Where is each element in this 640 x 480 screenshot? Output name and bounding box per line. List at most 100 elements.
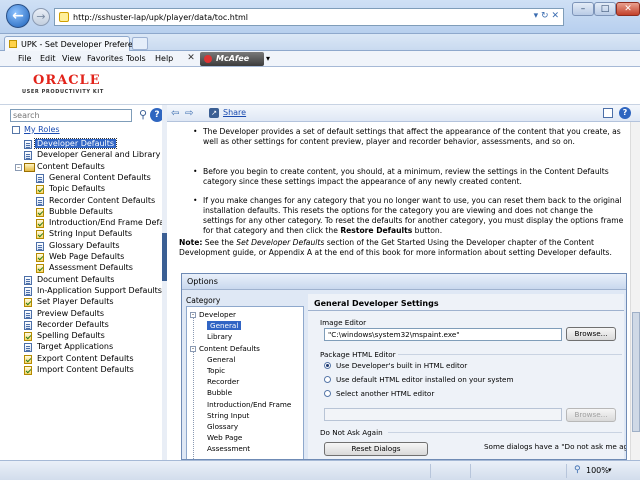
checklist-icon bbox=[36, 264, 44, 274]
section-title: General Developer Settings bbox=[314, 299, 439, 308]
package-editor-label: Package HTML Editor bbox=[320, 350, 396, 359]
tab-upk[interactable]: UPK - Set Developer Prefere... bbox=[4, 36, 140, 51]
toc-item-label: Glossary Defaults bbox=[49, 240, 120, 250]
tree-line bbox=[193, 315, 194, 343]
toc-item-label: Recorder Content Defaults bbox=[49, 195, 156, 205]
do-not-ask-label: Do Not Ask Again bbox=[320, 428, 383, 437]
category-item: Introduction/End Frame bbox=[207, 399, 292, 409]
tab-label: UPK - Set Developer Prefere... bbox=[21, 40, 141, 49]
toc-item-label: Document Defaults bbox=[37, 274, 115, 284]
back-button[interactable]: ← bbox=[6, 4, 30, 28]
document-icon bbox=[36, 173, 44, 183]
content-help-icon[interactable]: ? bbox=[619, 107, 631, 119]
toc-item-label: In-Application Support Defaults bbox=[37, 285, 162, 295]
toc-item-label: Bubble Defaults bbox=[49, 206, 113, 216]
my-roles-checkbox[interactable] bbox=[12, 126, 20, 134]
toc-item-label: String Input Defaults bbox=[49, 229, 133, 239]
maximize-button[interactable]: □ bbox=[594, 2, 616, 16]
toc-item-label: Import Content Defaults bbox=[37, 365, 134, 374]
document-icon bbox=[24, 286, 32, 296]
tab-strip: UPK - Set Developer Prefere... bbox=[0, 34, 640, 51]
print-icon[interactable] bbox=[603, 108, 613, 118]
checklist-icon bbox=[24, 332, 32, 342]
content-back-icon[interactable]: ⇦ bbox=[171, 108, 179, 119]
category-tree: Developer – General Library Content Defaults… bbox=[186, 306, 304, 459]
note-paragraph: Note: See the Set Developer Defaults sec… bbox=[179, 238, 625, 258]
toc-item-label: General Content Defaults bbox=[49, 172, 151, 182]
refresh-icon[interactable]: ▾ ↻ ✕ bbox=[534, 11, 559, 21]
book-icon bbox=[24, 162, 35, 172]
options-dialog-screenshot: Options Category Developer – General Librar… bbox=[181, 273, 627, 460]
content-scrollbar[interactable] bbox=[630, 122, 640, 460]
content-toolbar: ⇦ ⇨ ↗ Share ? bbox=[167, 105, 640, 122]
zoom-icon[interactable]: ⚲ bbox=[574, 465, 581, 475]
collapse-toggle-icon: – bbox=[190, 345, 196, 352]
minimize-button[interactable]: – bbox=[572, 2, 594, 16]
toc-item-label: Spelling Defaults bbox=[37, 331, 105, 341]
forward-button[interactable]: → bbox=[32, 8, 50, 26]
divider bbox=[398, 354, 622, 355]
content-forward-icon[interactable]: ⇨ bbox=[185, 108, 193, 119]
document-icon bbox=[24, 343, 32, 353]
category-header: Category bbox=[186, 296, 221, 305]
tab-page-icon bbox=[9, 40, 17, 48]
my-roles-link[interactable]: My Roles bbox=[24, 125, 60, 134]
share-link[interactable]: Share bbox=[223, 108, 246, 117]
share-icon[interactable]: ↗ bbox=[209, 108, 219, 118]
upk-header: ORACLE USER PRODUCTIVITY KIT bbox=[0, 67, 640, 105]
bullet-item: If you make changes for any category tha… bbox=[179, 196, 625, 236]
new-tab-button[interactable] bbox=[132, 37, 148, 50]
collapse-toggle-icon: – bbox=[190, 312, 196, 318]
menu-edit[interactable]: Edit bbox=[40, 54, 56, 63]
category-item: Library bbox=[207, 332, 233, 342]
note-italic: Set Developer Defaults bbox=[236, 238, 325, 247]
toc-item-label: Web Page Defaults bbox=[49, 252, 125, 261]
radio-dot bbox=[324, 376, 331, 383]
checklist-icon bbox=[36, 230, 44, 240]
content-scroll-thumb[interactable] bbox=[632, 312, 640, 432]
chevron-down-icon[interactable]: ▾ bbox=[608, 466, 612, 474]
menu-bar: File Edit View Favorites Tools Help ✕ Mc… bbox=[0, 51, 640, 67]
checklist-icon bbox=[24, 354, 32, 364]
checklist-icon bbox=[24, 298, 32, 308]
note-label: Note: bbox=[179, 238, 203, 247]
browser-titlebar: ← → http://sshuster-lap/upk/player/data/… bbox=[0, 0, 640, 34]
toc-item-label: Topic Defaults bbox=[49, 184, 106, 194]
bullet-text-end: button. bbox=[412, 226, 443, 235]
image-editor-field: "C:\windows\system32\mspaint.exe" bbox=[324, 328, 562, 341]
divider bbox=[388, 432, 622, 433]
toc-item-label: Export Content Defaults bbox=[37, 353, 134, 363]
category-item: Topic bbox=[207, 366, 226, 375]
menu-view[interactable]: View bbox=[62, 54, 81, 63]
radio-label: Use default HTML editor installed on you… bbox=[336, 375, 514, 384]
search-input[interactable] bbox=[10, 109, 132, 122]
category-item: Bubble bbox=[207, 388, 233, 398]
category-item: Content Defaults bbox=[199, 343, 260, 353]
document-icon bbox=[24, 320, 32, 330]
document-icon bbox=[36, 196, 44, 206]
menu-tools[interactable]: Tools bbox=[126, 54, 146, 63]
browse-button-disabled: Browse... bbox=[566, 408, 616, 422]
category-item: Assessment bbox=[207, 444, 251, 454]
menu-file[interactable]: File bbox=[18, 54, 31, 63]
chevron-down-icon[interactable]: ▾ bbox=[266, 54, 270, 63]
toc-item-label: Recorder Defaults bbox=[37, 319, 109, 329]
close-icon[interactable]: ✕ bbox=[184, 53, 198, 65]
radio-label: Select another HTML editor bbox=[336, 389, 435, 398]
category-item: General bbox=[207, 354, 236, 364]
other-editor-field bbox=[324, 408, 562, 421]
collapse-toggle-icon[interactable]: – bbox=[15, 163, 22, 171]
address-bar[interactable]: http://sshuster-lap/upk/player/data/toc.… bbox=[54, 8, 564, 26]
category-item: Web Page bbox=[207, 433, 243, 443]
mcafee-toolbar-button[interactable]: McAfee bbox=[200, 52, 264, 66]
menu-help[interactable]: Help bbox=[155, 54, 173, 63]
search-icon[interactable]: ⚲ bbox=[136, 108, 150, 122]
settings-panel: General Developer Settings Image Editor … bbox=[308, 294, 626, 459]
category-item: String Input bbox=[207, 410, 250, 420]
close-window-button[interactable]: ✕ bbox=[616, 2, 640, 16]
checklist-icon bbox=[36, 207, 44, 217]
toc-item-label: Introduction/End Frame Defaults bbox=[49, 218, 179, 228]
document-icon bbox=[24, 140, 32, 149]
zoom-level[interactable]: 100% bbox=[586, 466, 609, 475]
menu-favorites[interactable]: Favorites bbox=[87, 54, 123, 63]
